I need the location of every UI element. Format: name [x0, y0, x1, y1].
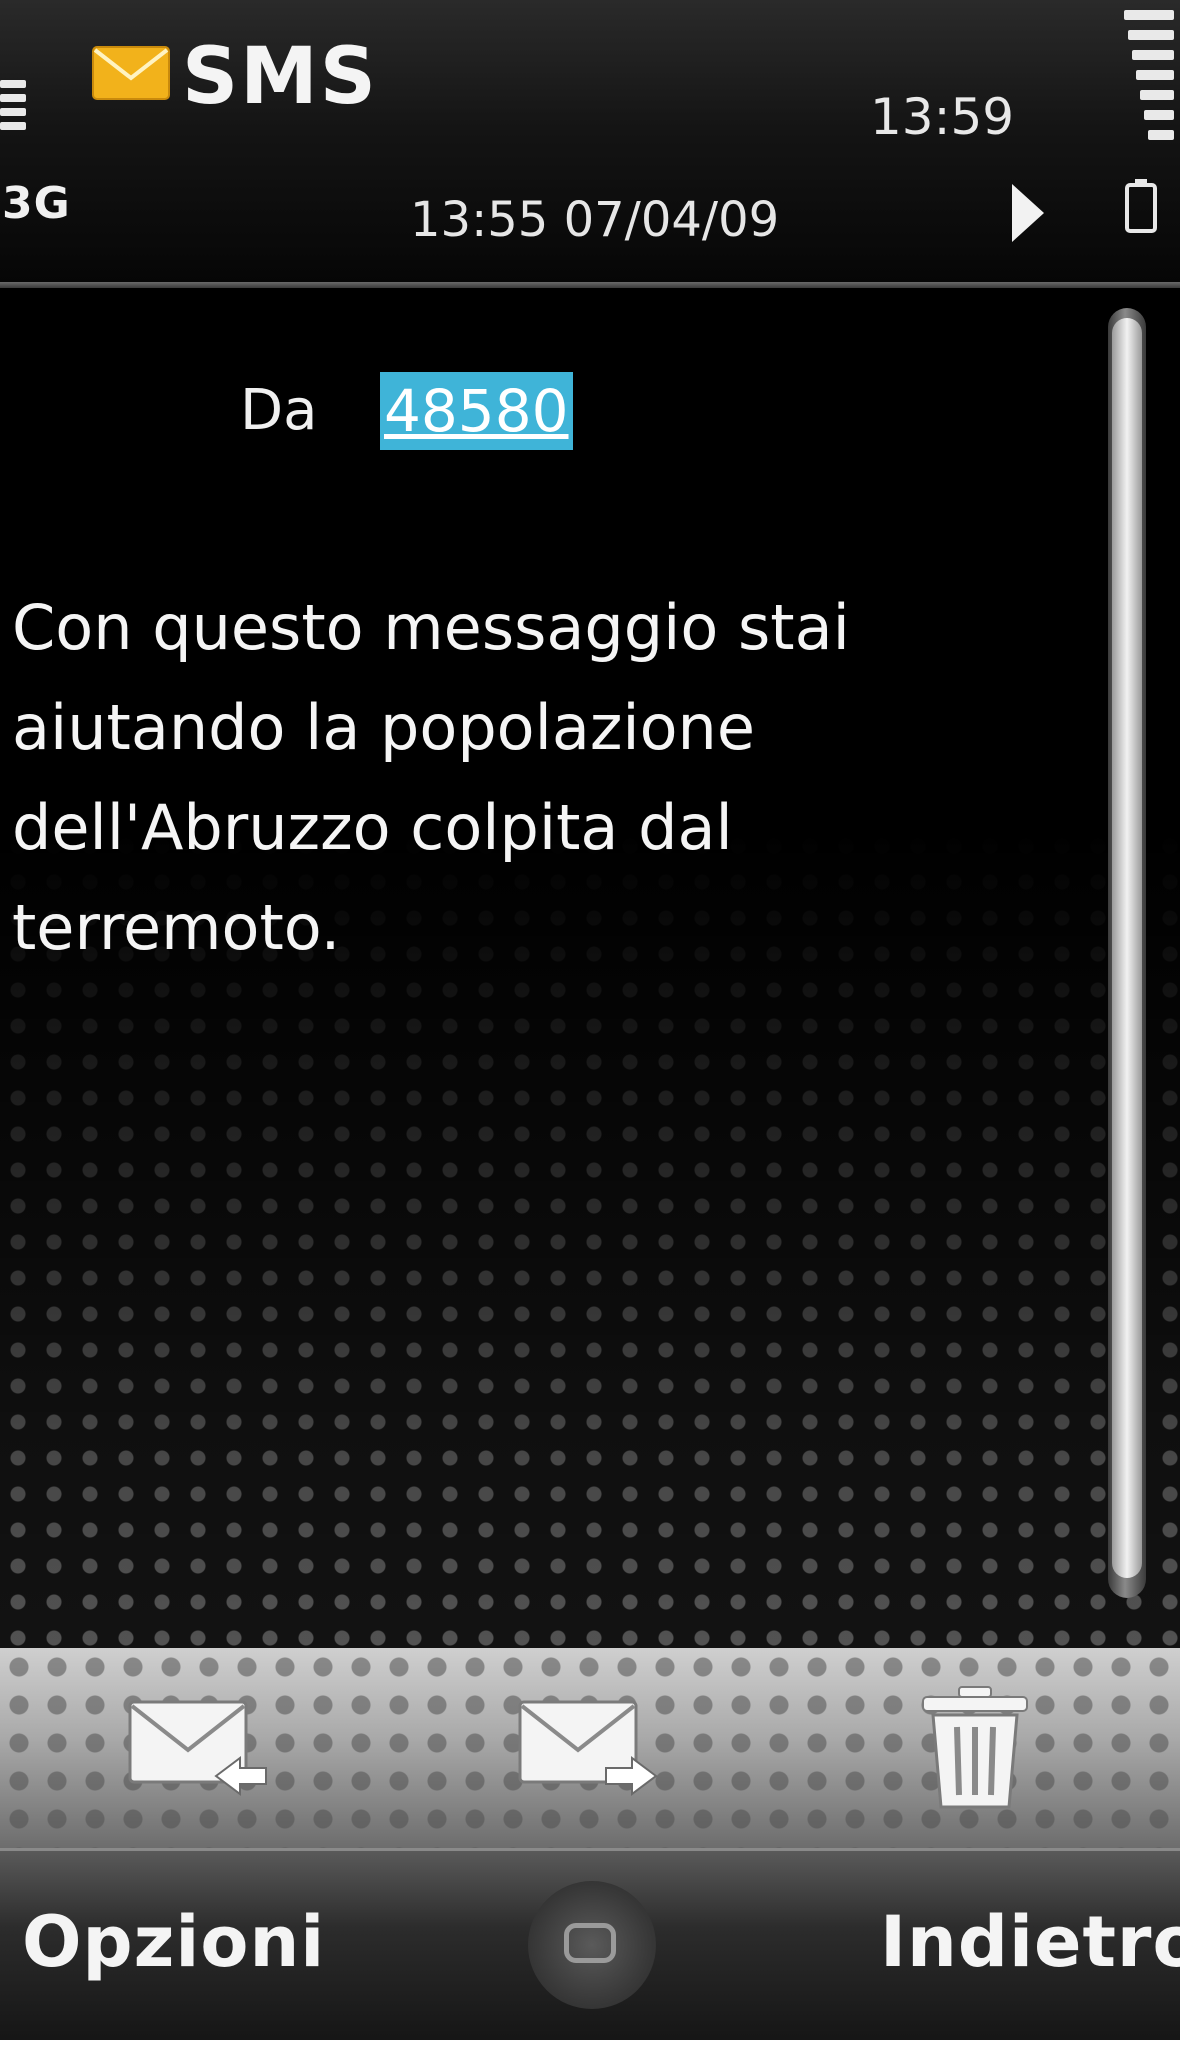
- trash-icon: [922, 1686, 1028, 1809]
- app-title: SMS: [182, 32, 378, 122]
- play-icon[interactable]: [1008, 178, 1048, 248]
- options-softkey[interactable]: Opzioni: [22, 1901, 325, 1983]
- scrollbar-thumb[interactable]: [1112, 318, 1142, 1578]
- envelope-icon: [92, 46, 170, 100]
- clock: 13:59: [870, 88, 1015, 146]
- forward-button[interactable]: [470, 1648, 700, 1848]
- back-softkey[interactable]: Indietro: [880, 1901, 1180, 1983]
- phone-screen: 3G SMS 13:59 13:55 07/04/09 Da 48580 Con…: [0, 0, 1180, 2040]
- message-body: Con questo messaggio stai aiutando la po…: [12, 591, 850, 964]
- message-view: Da 48580 Con questo messaggio stai aiuta…: [0, 288, 1180, 1648]
- from-label: Da: [240, 378, 318, 443]
- battery-icon: [1125, 179, 1157, 233]
- sender-number-link[interactable]: 48580: [380, 372, 573, 450]
- forward-envelope-icon: [518, 1700, 658, 1796]
- status-bar: 3G SMS 13:59 13:55 07/04/09: [0, 0, 1180, 285]
- reply-button[interactable]: [80, 1648, 310, 1848]
- menu-key[interactable]: [528, 1881, 656, 2009]
- signal-strength-icon: [0, 80, 40, 140]
- delete-button[interactable]: [860, 1648, 1090, 1848]
- battery-level-icon: [1118, 4, 1174, 144]
- softkey-bar: Opzioni Indietro: [0, 1848, 1180, 2040]
- menu-key-icon: [564, 1923, 616, 1963]
- network-type: 3G: [2, 178, 71, 229]
- message-toolbar: [0, 1648, 1180, 1848]
- message-timestamp: 13:55 07/04/09: [410, 192, 780, 248]
- reply-envelope-icon: [128, 1700, 267, 1796]
